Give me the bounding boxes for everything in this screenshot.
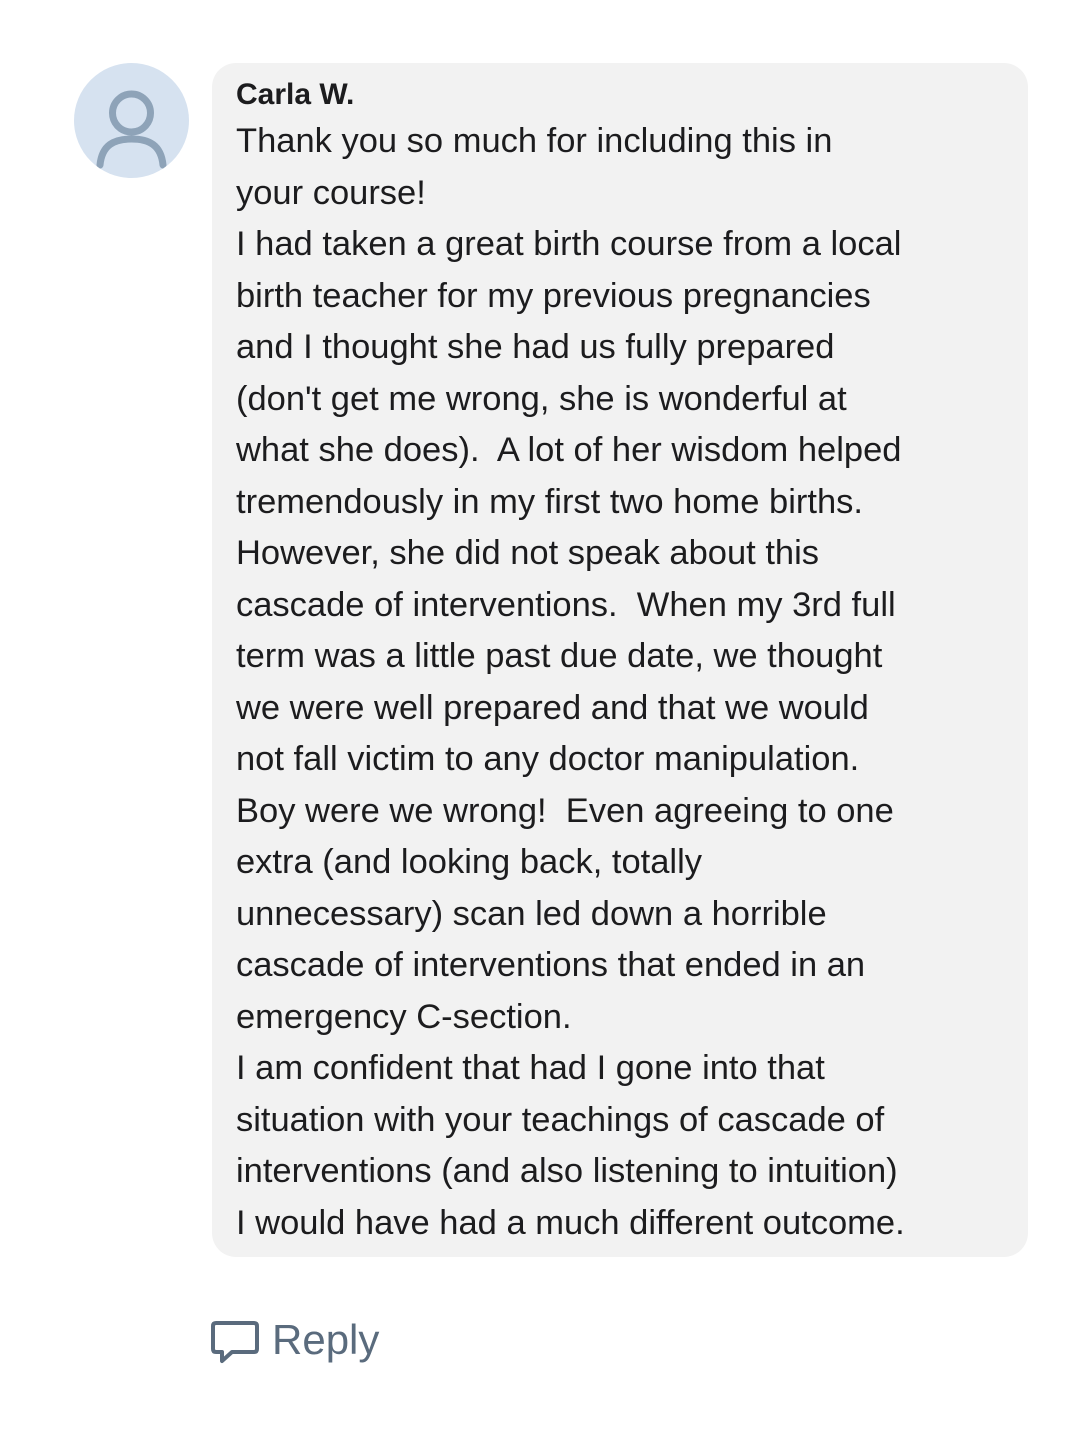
comment-line: we were well prepared and that we would [236,688,869,727]
comment-line: situation with your teachings of cascade… [236,1100,885,1139]
comment-line: Boy were we wrong! Even agreeing to one [236,791,894,830]
user-icon [96,90,167,169]
comment-line: term was a little past due date, we thou… [236,637,883,675]
comment-line: your course! [236,173,426,212]
comment-author[interactable]: Carla W. [236,77,1008,113]
speech-bubble-icon [211,1321,259,1363]
comment-line: tremendously in my first two home births… [236,482,863,521]
avatar[interactable] [74,63,189,178]
comment-line: I had taken a great birth course from a … [236,225,902,263]
comment-line: I would have had a much different outcom… [236,1203,905,1242]
comment-line: unnecessary) scan led down a horrible [236,894,827,933]
comment-bubble: Carla W. Thank you so much for including… [212,63,1028,1257]
comment-line: birth teacher for my previous pregnancie… [236,276,871,315]
comment-line: extra (and looking back, totally [236,843,703,881]
comment-line: Thank you so much for including this in [236,122,833,160]
comment: Carla W. Thank you so much for including… [0,0,1074,1440]
comment-line: (don't get me wrong, she is wonderful at [236,379,847,418]
reply-button[interactable]: Reply [210,1312,379,1368]
comment-line: cascade of interventions. When my 3rd fu… [236,585,896,624]
comment-line: and I thought she had us fully prepared [236,328,835,366]
reply-label: Reply [272,1316,380,1363]
comment-line: emergency C-section. [236,997,572,1036]
comment-line: not fall victim to any doctor manipulati… [236,740,860,778]
comment-body: Thank you so much for including this in … [236,116,1008,1249]
comment-line: cascade of interventions that ended in a… [236,946,866,984]
comment-line: However, she did not speak about this [236,534,820,572]
comment-line: interventions (and also listening to int… [236,1152,898,1190]
comment-line: I am confident that had I gone into that [236,1049,825,1087]
comment-line: what she does). A lot of her wisdom help… [236,431,902,469]
